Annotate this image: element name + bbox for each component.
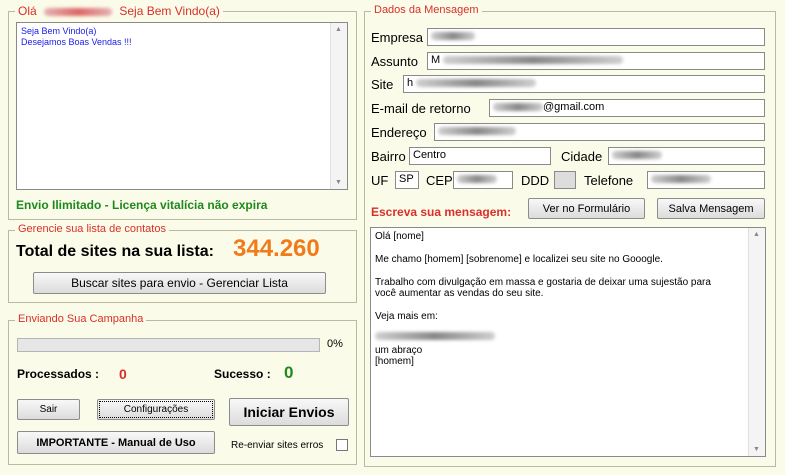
message-body-line: você aumentar as vendas do seu site. <box>375 288 544 299</box>
progress-percent: 0% <box>327 338 343 350</box>
address-field[interactable] <box>434 123 765 141</box>
uf-value: SP <box>399 173 414 185</box>
uf-field[interactable]: SP <box>395 171 419 189</box>
redacted-link <box>375 332 495 340</box>
redacted-email <box>493 103 543 112</box>
message-body-textarea[interactable]: Olá [nome] Me chamo [homem] [sobrenome] e… <box>370 227 766 457</box>
message-body-line: [homem] <box>375 356 414 368</box>
message-body-line <box>375 265 711 276</box>
exit-button[interactable]: Sair <box>17 399 80 420</box>
redacted-city <box>612 151 662 160</box>
message-body-line: um abraço <box>375 344 423 356</box>
scroll-down-icon[interactable]: ▼ <box>753 446 760 453</box>
success-value: 0 <box>284 363 294 382</box>
subject-label: Assunto <box>371 54 418 69</box>
message-body-line: Veja mais em: <box>375 310 438 322</box>
uf-label: UF <box>371 173 389 188</box>
write-message-label: Escreva sua mensagem: <box>371 205 512 219</box>
redacted-address <box>438 127 516 136</box>
scroll-down-icon[interactable]: ▼ <box>335 179 342 186</box>
company-label: Empresa <box>371 30 424 45</box>
redacted-subject <box>443 56 624 65</box>
welcome-group: Olá Seja Bem Vindo(a) Seja Bem Vindo(a) … <box>8 4 357 220</box>
config-button[interactable]: Configurações <box>97 399 215 420</box>
city-field[interactable] <box>608 147 765 165</box>
district-value: Centro <box>413 149 447 161</box>
total-sites-label: Total de sites na sua lista: <box>16 243 214 260</box>
subject-value: M <box>431 54 441 66</box>
message-scrollbar[interactable]: ▲ ▼ <box>748 228 765 456</box>
city-label: Cidade <box>561 149 603 164</box>
ddd-label: DDD <box>521 173 550 188</box>
scroll-up-icon[interactable]: ▲ <box>753 231 760 238</box>
phone-field[interactable] <box>647 171 765 189</box>
total-sites-value: 344.260 <box>233 235 320 262</box>
redacted-site <box>416 79 537 88</box>
message-legend: Dados da Mensagem <box>371 4 482 16</box>
status-log[interactable]: Seja Bem Vindo(a) Desejamos Boas Vendas … <box>16 22 348 190</box>
district-field[interactable]: Centro <box>409 147 551 165</box>
success-label: Sucesso : <box>214 367 271 381</box>
redacted-company <box>431 32 475 41</box>
progress-bar <box>17 338 320 352</box>
log-scrollbar[interactable]: ▲ ▼ <box>330 23 347 189</box>
site-label: Site <box>371 77 394 92</box>
start-sending-button[interactable]: Iniciar Envios <box>229 398 349 426</box>
scroll-up-icon[interactable]: ▲ <box>335 26 342 33</box>
site-value: h <box>407 77 414 89</box>
save-message-button[interactable]: Salva Mensagem <box>657 198 765 219</box>
welcome-legend: Olá Seja Bem Vindo(a) <box>15 4 223 18</box>
contacts-group: Gerencie sua lista de contatos Total de … <box>8 223 357 303</box>
resend-errors-checkbox[interactable] <box>336 439 348 451</box>
manage-list-button[interactable]: Buscar sites para envio - Gerenciar List… <box>33 272 326 294</box>
message-body-line <box>375 299 711 310</box>
campaign-legend: Enviando Sua Campanha <box>15 313 147 325</box>
message-body-content: Olá [nome] Me chamo [homem] [sobrenome] e… <box>375 231 711 368</box>
message-body-line: Trabalho com divulgação em massa e gosta… <box>375 276 711 288</box>
email-label: E-mail de retorno <box>371 101 471 116</box>
ddd-field[interactable] <box>554 171 576 189</box>
address-label: Endereço <box>371 125 427 140</box>
log-line: Desejamos Boas Vendas !!! <box>21 37 132 47</box>
phone-label: Telefone <box>584 173 634 188</box>
cep-label: CEP <box>426 173 453 188</box>
manual-button[interactable]: IMPORTANTE - Manual de Uso <box>17 431 215 454</box>
redacted-user-name <box>44 7 113 16</box>
redacted-phone <box>651 175 711 184</box>
message-body-line: Olá [nome] <box>375 231 424 242</box>
message-body-line: Me chamo [homem] [sobrenome] e localizei… <box>375 253 663 265</box>
message-group: Dados da Mensagem Empresa Assunto M Site… <box>364 4 776 467</box>
preview-form-button[interactable]: Ver no Formulário <box>528 198 645 219</box>
district-label: Bairro <box>371 149 406 164</box>
redacted-cep <box>457 175 497 184</box>
license-text: Envio Ilimitado - Licença vitalícia não … <box>16 198 268 212</box>
processed-value: 0 <box>119 366 127 382</box>
contacts-legend: Gerencie sua lista de contatos <box>15 223 169 235</box>
welcome-legend-suffix: Seja Bem Vindo(a) <box>119 4 220 18</box>
campaign-group: Enviando Sua Campanha 0% Processados : 0… <box>8 313 357 465</box>
message-body-line <box>375 242 711 253</box>
cep-field[interactable] <box>453 171 513 189</box>
return-email-field[interactable]: @gmail.com <box>489 99 765 117</box>
processed-label: Processados : <box>17 367 100 381</box>
welcome-legend-prefix: Olá <box>18 4 37 18</box>
email-value: @gmail.com <box>543 101 605 113</box>
resend-errors-label: Re-enviar sites erros <box>231 440 324 451</box>
log-line: Seja Bem Vindo(a) <box>21 26 97 36</box>
company-field[interactable] <box>427 28 765 46</box>
subject-field[interactable]: M <box>427 52 765 70</box>
site-field[interactable]: h <box>403 75 765 93</box>
